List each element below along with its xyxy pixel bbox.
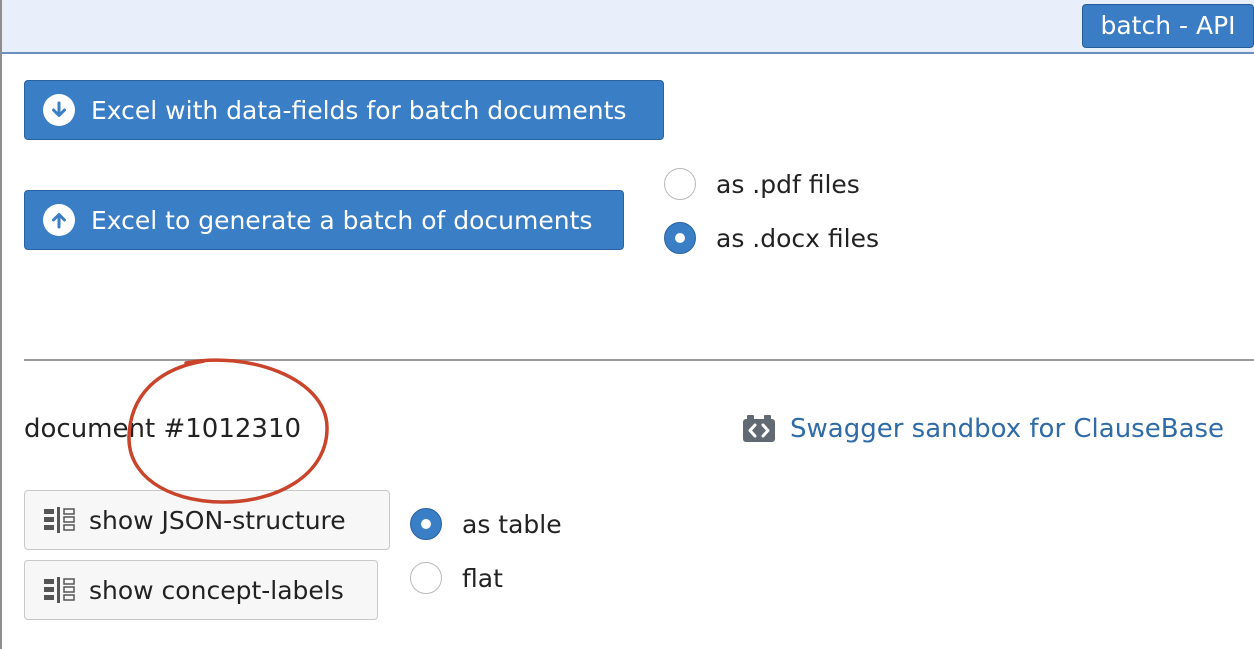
swagger-sandbox-link[interactable]: Swagger sandbox for ClauseBase [742, 414, 1224, 444]
radio-as-docx-label: as .docx files [716, 223, 879, 253]
top-header-bar: batch - API [2, 0, 1254, 54]
download-excel-label: Excel with data-fields for batch documen… [91, 95, 627, 125]
radio-as-pdf[interactable]: as .pdf files [664, 168, 860, 200]
document-id-label: document #1012310 [24, 414, 302, 444]
arrow-up-circle-icon [43, 204, 75, 236]
section-divider [24, 359, 1254, 361]
show-json-structure-label: show JSON-structure [89, 505, 346, 535]
columns-icon [43, 576, 77, 604]
code-icon [742, 415, 776, 443]
arrow-down-circle-icon [43, 94, 75, 126]
radio-circle[interactable] [664, 168, 696, 200]
radio-flat-label: flat [462, 563, 503, 593]
radio-as-pdf-label: as .pdf files [716, 169, 860, 199]
swagger-link-label: Swagger sandbox for ClauseBase [790, 414, 1225, 444]
show-concept-labels-button[interactable]: show concept-labels [24, 560, 378, 620]
radio-flat[interactable]: flat [410, 562, 503, 594]
upload-excel-label: Excel to generate a batch of documents [91, 205, 593, 235]
columns-icon [43, 506, 77, 534]
show-json-structure-button[interactable]: show JSON-structure [24, 490, 390, 550]
download-excel-button[interactable]: Excel with data-fields for batch documen… [24, 80, 664, 140]
show-concept-labels-label: show concept-labels [89, 575, 344, 605]
upload-excel-button[interactable]: Excel to generate a batch of documents [24, 190, 624, 250]
radio-circle-checked[interactable] [410, 508, 442, 540]
radio-circle-checked[interactable] [664, 222, 696, 254]
tab-batch-api[interactable]: batch - API [1082, 4, 1254, 48]
radio-as-table-label: as table [462, 509, 562, 539]
radio-as-table[interactable]: as table [410, 508, 562, 540]
radio-as-docx[interactable]: as .docx files [664, 222, 879, 254]
radio-circle[interactable] [410, 562, 442, 594]
